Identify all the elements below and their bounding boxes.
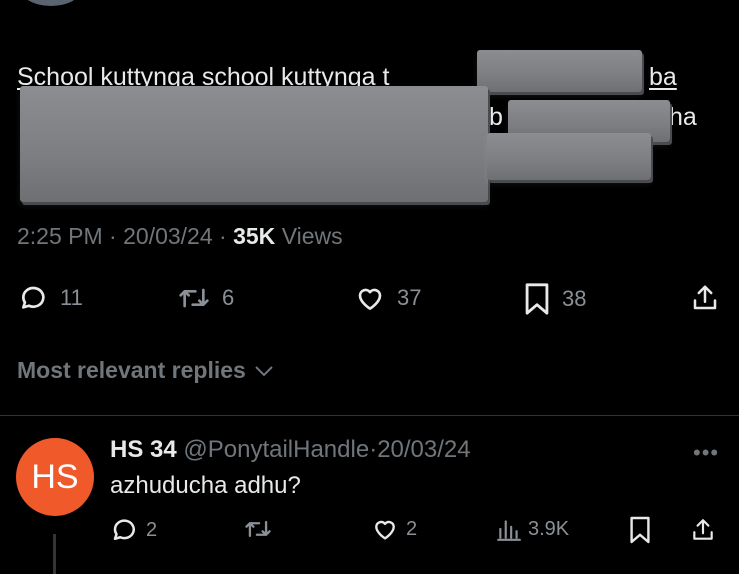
reply-repost-button[interactable] <box>243 515 273 543</box>
reply-views-count: 3.9K <box>528 517 570 540</box>
redaction-box <box>477 50 642 92</box>
repost-icon <box>179 288 209 308</box>
reply-author-handle[interactable]: @PonytailHandle <box>183 436 369 463</box>
redaction-box <box>487 133 651 180</box>
reply-like-button[interactable]: 2 <box>370 515 417 543</box>
bookmark-icon <box>525 283 549 315</box>
sort-replies-dropdown[interactable]: Most relevant replies <box>17 357 274 384</box>
views-label: Views <box>281 223 343 249</box>
reply-button[interactable]: 11 <box>18 282 83 314</box>
tweet-actions: 11 6 37 38 <box>0 282 739 316</box>
repost-icon <box>245 520 271 538</box>
share-button[interactable] <box>690 282 720 314</box>
views-count: 35K <box>233 223 276 249</box>
tweet-text-line2-mid: b <box>489 103 503 131</box>
reply-reply-button[interactable]: 2 <box>110 515 157 545</box>
reply-like-count: 2 <box>406 517 418 540</box>
reply-views-button[interactable]: 3.9K <box>496 515 569 543</box>
analytics-icon <box>497 520 521 541</box>
reply-header: HS 34 @PonytailHandle·20/03/24 <box>110 436 471 463</box>
heart-icon <box>375 520 395 540</box>
tweet-time[interactable]: 2:25 PM <box>17 223 103 249</box>
author-avatar[interactable] <box>20 0 82 6</box>
reply-actions: 2 2 3.9K <box>0 515 739 547</box>
more-options-icon[interactable]: ••• <box>693 440 719 466</box>
share-icon <box>693 519 713 540</box>
reply-reply-count: 2 <box>146 518 158 541</box>
tweet-meta: 2:25 PM · 20/03/24 · 35K Views <box>17 223 343 249</box>
reply-icon <box>113 519 135 540</box>
share-icon <box>693 285 717 310</box>
repost-count: 6 <box>222 285 235 310</box>
like-count: 37 <box>397 285 422 310</box>
reply-author-name[interactable]: HS 34 <box>110 436 177 463</box>
heart-icon <box>358 288 382 310</box>
reply-icon <box>22 286 45 309</box>
reply-date[interactable]: 20/03/24 <box>377 436 470 463</box>
reply-avatar[interactable]: HS <box>16 438 94 516</box>
reply-bookmark-button[interactable] <box>628 515 652 545</box>
reply-count: 11 <box>60 285 83 310</box>
redaction-box <box>20 86 488 202</box>
bookmark-icon <box>630 516 650 544</box>
sort-label: Most relevant replies <box>17 357 246 383</box>
reply-share-button[interactable] <box>690 515 716 545</box>
tweet-date[interactable]: 20/03/24 <box>123 223 213 249</box>
divider <box>0 415 739 416</box>
like-button[interactable]: 37 <box>353 282 421 314</box>
bookmark-button[interactable]: 38 <box>522 282 586 316</box>
tweet-text-line2-tail: ha <box>669 103 697 131</box>
avatar-initials: HS <box>31 457 79 496</box>
chevron-down-icon <box>255 365 273 376</box>
repost-button[interactable]: 6 <box>176 282 234 314</box>
reply-text: azhuducha adhu? <box>110 472 301 499</box>
bookmark-count: 38 <box>562 286 587 311</box>
tweet-text-line1-tail: ba <box>649 63 677 91</box>
